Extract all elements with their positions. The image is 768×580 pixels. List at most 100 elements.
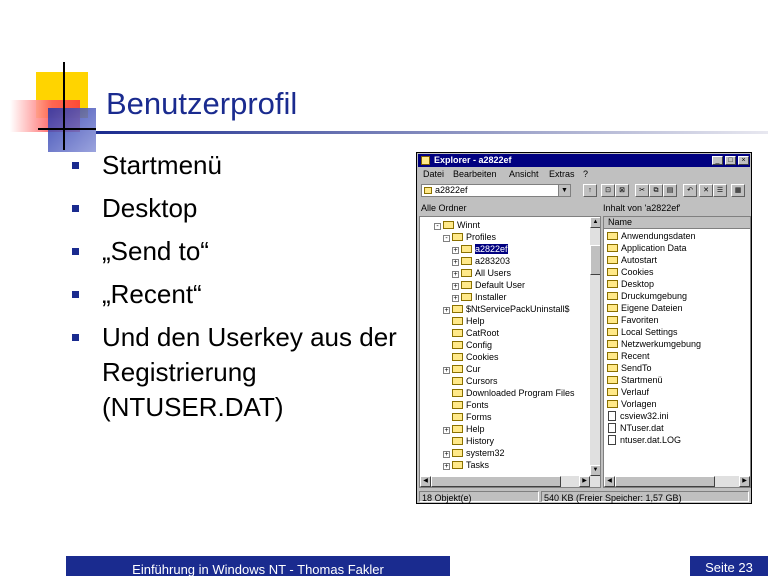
- tree-item[interactable]: + All Users: [452, 267, 511, 279]
- undo-icon[interactable]: ↶: [683, 184, 697, 197]
- expand-icon[interactable]: +: [443, 427, 450, 434]
- view-icon[interactable]: ▦: [731, 184, 745, 197]
- tree-item[interactable]: CatRoot: [443, 327, 499, 339]
- expand-icon[interactable]: +: [443, 463, 450, 470]
- menu-ansicht[interactable]: Ansicht: [509, 169, 539, 179]
- name-column-label: Name: [608, 217, 633, 227]
- maximize-icon[interactable]: □: [725, 156, 736, 165]
- list-item[interactable]: csview32.ini: [607, 410, 669, 422]
- list-item[interactable]: Autostart: [607, 254, 657, 266]
- tree-item[interactable]: Cookies: [443, 351, 499, 363]
- tree-item[interactable]: + Cur: [443, 363, 481, 375]
- close-icon[interactable]: ×: [738, 156, 749, 165]
- tree-horizontal-scrollbar[interactable]: ◀ ▶: [420, 476, 590, 487]
- tree-vertical-scrollbar[interactable]: ▲ ▼: [590, 217, 600, 487]
- list-item[interactable]: NTuser.dat: [607, 422, 664, 434]
- list-item[interactable]: Verlauf: [607, 386, 649, 398]
- delete-icon[interactable]: ✕: [699, 184, 713, 197]
- left-pane-header: Alle Ordner: [421, 203, 467, 213]
- list-item[interactable]: Startmenü: [607, 374, 663, 386]
- bullet-item: Startmenü: [72, 148, 402, 183]
- tree-item[interactable]: + a2822ef: [452, 243, 508, 255]
- hscroll-thumb[interactable]: [615, 476, 715, 487]
- tree-item[interactable]: + $NtServicePackUninstall$: [443, 303, 570, 315]
- menu-extras[interactable]: Extras: [549, 169, 575, 179]
- list-item[interactable]: ntuser.dat.LOG: [607, 434, 681, 446]
- map-drive-icon[interactable]: ⊡: [601, 184, 615, 197]
- list-item[interactable]: Druckumgebung: [607, 290, 687, 302]
- address-combo[interactable]: a2822ef ▼: [421, 184, 571, 197]
- scroll-right-icon[interactable]: ▶: [739, 476, 750, 487]
- tree-item[interactable]: + Installer: [452, 291, 507, 303]
- scroll-thumb[interactable]: [590, 245, 600, 275]
- tree-item[interactable]: Cursors: [443, 375, 498, 387]
- expand-icon[interactable]: +: [443, 451, 450, 458]
- list-item[interactable]: Application Data: [607, 242, 687, 254]
- tree-item-label: Help: [466, 424, 485, 434]
- tree-item[interactable]: Forms: [443, 411, 492, 423]
- expand-icon[interactable]: +: [452, 247, 459, 254]
- scroll-down-icon[interactable]: ▼: [590, 465, 600, 476]
- tree-item[interactable]: + a283203: [452, 255, 510, 267]
- menu-bearbeiten[interactable]: Bearbeiten: [453, 169, 497, 179]
- tree-item[interactable]: Help: [443, 315, 485, 327]
- scroll-right-icon[interactable]: ▶: [579, 476, 590, 487]
- folder-icon: [607, 280, 618, 288]
- scroll-up-icon[interactable]: ▲: [590, 217, 600, 228]
- tree-item[interactable]: + Default User: [452, 279, 525, 291]
- collapse-icon[interactable]: -: [434, 223, 441, 230]
- list-item[interactable]: Netzwerkumgebung: [607, 338, 701, 350]
- disconnect-drive-icon[interactable]: ⊠: [615, 184, 629, 197]
- up-folder-icon[interactable]: ↑: [583, 184, 597, 197]
- folder-icon: [452, 365, 463, 373]
- expand-icon[interactable]: +: [443, 307, 450, 314]
- tree-item-label: Downloaded Program Files: [466, 388, 575, 398]
- menu-datei[interactable]: Datei: [423, 169, 444, 179]
- tree-item[interactable]: + Help: [443, 423, 485, 435]
- file-list-pane[interactable]: Name ◀ ▶ Anwendungsdaten Application Data…: [603, 216, 751, 488]
- list-item[interactable]: Vorlagen: [607, 398, 657, 410]
- list-item[interactable]: Eigene Dateien: [607, 302, 683, 314]
- expand-icon[interactable]: +: [452, 271, 459, 278]
- name-column-header[interactable]: Name: [604, 217, 750, 229]
- minimize-icon[interactable]: _: [712, 156, 723, 165]
- tree-item[interactable]: - Profiles: [443, 231, 496, 243]
- tree-item[interactable]: Downloaded Program Files: [443, 387, 575, 399]
- folder-icon: [424, 187, 432, 194]
- tree-item[interactable]: + Tasks: [443, 459, 489, 471]
- expand-icon[interactable]: +: [452, 295, 459, 302]
- tree-item[interactable]: Fonts: [443, 399, 489, 411]
- tree-item-label: a2822ef: [475, 244, 508, 254]
- tree-item[interactable]: + system32: [443, 447, 505, 459]
- menu-help[interactable]: ?: [583, 169, 588, 179]
- list-item[interactable]: SendTo: [607, 362, 652, 374]
- list-item[interactable]: Recent: [607, 350, 650, 362]
- copy-icon[interactable]: ⧉: [649, 184, 663, 197]
- chevron-down-icon[interactable]: ▼: [558, 185, 570, 196]
- list-item[interactable]: Cookies: [607, 266, 654, 278]
- cut-icon[interactable]: ✂: [635, 184, 649, 197]
- list-item[interactable]: Favoriten: [607, 314, 659, 326]
- paste-icon[interactable]: ▤: [663, 184, 677, 197]
- expand-icon[interactable]: +: [452, 259, 459, 266]
- list-item[interactable]: Desktop: [607, 278, 654, 290]
- folder-tree-pane[interactable]: ▲ ▼ ◀ ▶ - Winnt - Profiles + a2822ef + a283203 +…: [419, 216, 601, 488]
- collapse-icon[interactable]: -: [443, 235, 450, 242]
- tree-item[interactable]: History: [443, 435, 494, 447]
- tree-item[interactable]: - Winnt: [434, 219, 480, 231]
- folder-icon: [607, 340, 618, 348]
- tree-item[interactable]: Config: [443, 339, 492, 351]
- expand-icon[interactable]: +: [452, 283, 459, 290]
- list-item[interactable]: Local Settings: [607, 326, 678, 338]
- scroll-left-icon[interactable]: ◀: [604, 476, 615, 487]
- expand-icon[interactable]: +: [443, 367, 450, 374]
- bullet-icon: [72, 205, 79, 212]
- list-item[interactable]: Anwendungsdaten: [607, 230, 696, 242]
- hscroll-thumb[interactable]: [431, 476, 561, 487]
- properties-icon[interactable]: ☰: [713, 184, 727, 197]
- scroll-left-icon[interactable]: ◀: [420, 476, 431, 487]
- list-horizontal-scrollbar[interactable]: ◀ ▶: [604, 476, 750, 487]
- tree-item-label: Cookies: [466, 352, 499, 362]
- page-title: Benutzerprofil: [106, 86, 298, 121]
- tree-item-label: All Users: [475, 268, 512, 278]
